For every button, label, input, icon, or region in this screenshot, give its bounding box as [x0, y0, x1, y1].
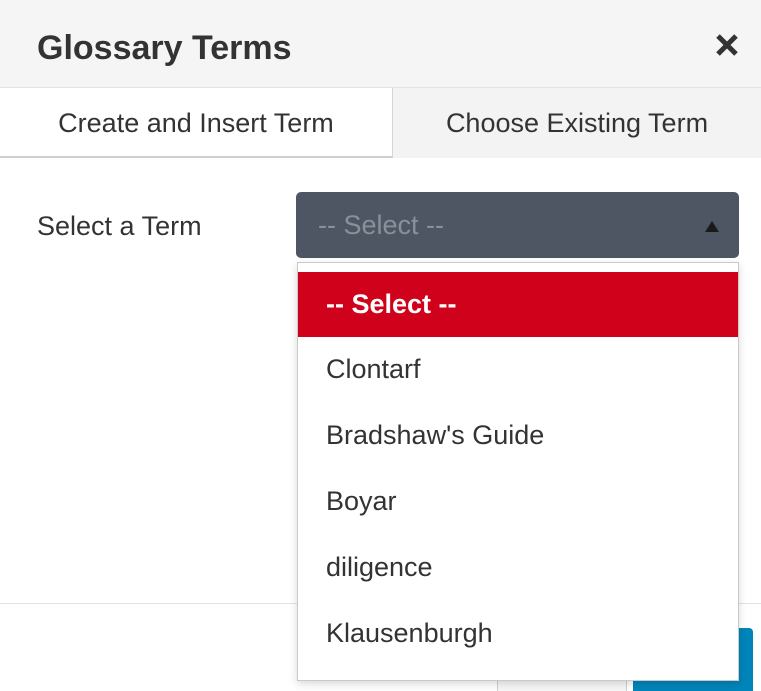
dropdown-option-bradshaws-guide[interactable]: Bradshaw's Guide	[298, 403, 738, 468]
tab-create-and-insert-term[interactable]: Create and Insert Term	[0, 88, 393, 158]
tab-bar: Create and Insert Term Choose Existing T…	[0, 88, 761, 158]
term-select[interactable]: -- Select --	[296, 192, 739, 258]
triangle-up-icon	[705, 221, 719, 232]
glossary-terms-dialog: Glossary Terms Create and Insert Term Ch…	[0, 0, 761, 691]
dialog-header: Glossary Terms	[0, 0, 761, 88]
dropdown-option-select[interactable]: -- Select --	[298, 272, 738, 337]
dialog-title: Glossary Terms	[37, 29, 292, 67]
term-dropdown-list: -- Select -- Clontarf Bradshaw's Guide B…	[297, 262, 739, 681]
dropdown-option-diligence[interactable]: diligence	[298, 535, 738, 600]
select-term-label: Select a Term	[37, 211, 202, 241]
tab-choose-existing-term[interactable]: Choose Existing Term	[393, 88, 761, 158]
select-current-value: -- Select --	[318, 210, 445, 240]
close-icon[interactable]	[714, 32, 740, 58]
dropdown-option-klausenburgh[interactable]: Klausenburgh	[298, 601, 738, 666]
dropdown-option-boyar[interactable]: Boyar	[298, 469, 738, 534]
dropdown-option-clontarf[interactable]: Clontarf	[298, 337, 738, 402]
